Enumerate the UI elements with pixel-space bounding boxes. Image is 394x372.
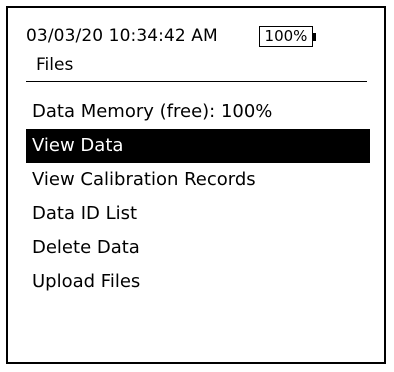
- menu-item-view-data[interactable]: View Data: [26, 129, 370, 163]
- files-menu: Data Memory (free): 100% View Data View …: [26, 95, 370, 299]
- battery-terminal-icon: [313, 33, 316, 41]
- menu-item-delete-data[interactable]: Delete Data: [26, 231, 370, 265]
- menu-item-data-id-list[interactable]: Data ID List: [26, 197, 370, 231]
- header-divider: [26, 81, 367, 82]
- device-screen: 03/03/20 10:34:42 AM 100% Files Data Mem…: [6, 6, 386, 364]
- datetime-display: 03/03/20 10:34:42 AM: [26, 26, 218, 46]
- screen-title: Files: [36, 55, 74, 75]
- battery-level: 100%: [264, 27, 308, 45]
- menu-item-data-memory[interactable]: Data Memory (free): 100%: [26, 95, 370, 129]
- battery-icon: 100%: [259, 26, 313, 47]
- menu-item-upload-files[interactable]: Upload Files: [26, 265, 370, 299]
- menu-item-view-calibration-records[interactable]: View Calibration Records: [26, 163, 370, 197]
